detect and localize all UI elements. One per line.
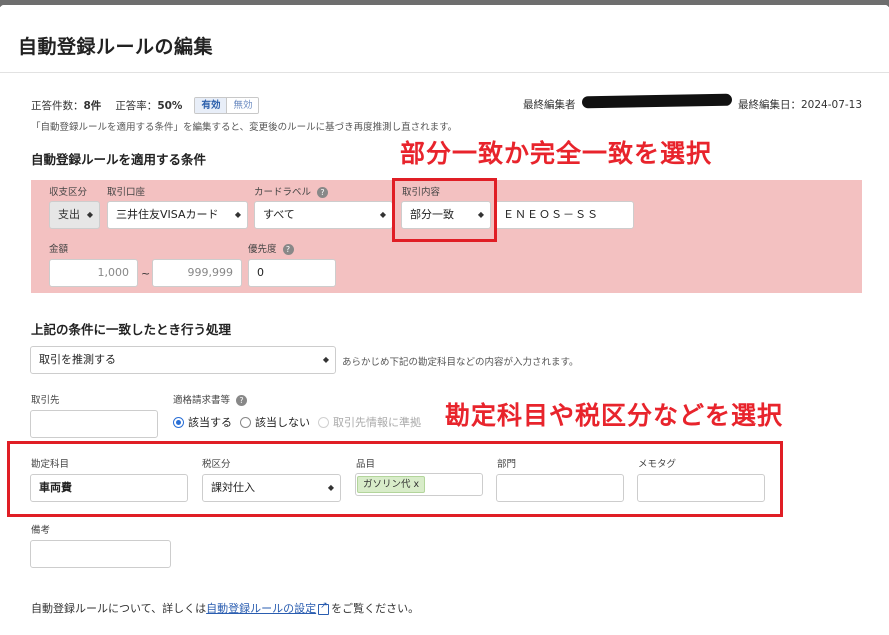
match-type-highlight [392, 178, 497, 242]
radio-no[interactable]: 該当しない [240, 414, 310, 430]
action-hint: あらかじめ下記の勘定科目などの内容が入力されます。 [342, 357, 579, 368]
account-label: 取引口座 [107, 187, 146, 198]
chevron-updown-icon: ◆ [234, 210, 241, 219]
conditions-heading: 自動登録ルールを適用する条件 [31, 152, 207, 167]
radio-disabled-icon [318, 416, 329, 428]
account-select[interactable]: 三井住友VISAカード ◆ [107, 201, 248, 229]
invoice-label: 適格請求書等? [173, 392, 248, 406]
toggle-enabled-button[interactable]: 有効 [195, 98, 228, 113]
correct-count-value: 8件 [83, 100, 102, 112]
enable-toggle: 有効 無効 [194, 97, 260, 114]
priority-label: 優先度? [248, 241, 294, 255]
last-edit-date-label: 最終編集日： [738, 99, 801, 111]
amount-max-input[interactable]: 999,999 [152, 259, 242, 287]
account-annotation: 勘定科目や税区分などを選択 [445, 401, 784, 430]
amount-min-input[interactable]: 1,000 [49, 259, 138, 287]
partner-label: 取引先 [31, 395, 60, 406]
correct-rate-label: 正答率： [115, 100, 158, 112]
income-expense-select[interactable]: 支出 ◆ [49, 201, 100, 229]
radio-follow-partner: 取引先情報に準拠 [318, 414, 421, 430]
radio-yes[interactable]: 該当する [173, 414, 232, 430]
rule-stats: 正答件数： 8件 正答率： 50% 有効 無効 [31, 97, 260, 114]
income-expense-label: 収支区分 [49, 187, 88, 198]
account-fields-highlight [7, 441, 783, 517]
last-editor-label: 最終編集者 [523, 99, 576, 111]
content-input[interactable]: ＥＮＥＯＳ－ＳＳ [494, 201, 634, 229]
amount-label: 金額 [49, 244, 69, 255]
partner-input[interactable] [30, 410, 158, 438]
card-label-select[interactable]: すべて ◆ [254, 201, 393, 229]
rule-settings-link[interactable]: 自動登録ルールの設定 [206, 602, 316, 615]
radio-selected-icon [173, 416, 184, 428]
modal-title: 自動登録ルールの編集 [18, 36, 214, 58]
remarks-label: 備考 [31, 525, 51, 536]
range-tilde: ~ [141, 267, 151, 280]
action-heading: 上記の条件に一致したとき行う処理 [31, 322, 232, 337]
chevron-updown-icon: ◆ [86, 210, 93, 219]
invoice-radio-group: 該当する 該当しない 取引先情報に準拠 [173, 414, 429, 430]
external-link-icon[interactable] [318, 601, 330, 615]
last-edit-date-value: 2024-07-13 [801, 99, 863, 111]
action-select[interactable]: 取引を推測する ◆ [30, 346, 336, 374]
remarks-input[interactable] [30, 540, 171, 568]
modal-header: 自動登録ルールの編集 [0, 5, 889, 73]
correct-rate-value: 50% [157, 99, 183, 112]
help-icon[interactable]: ? [282, 244, 294, 255]
radio-icon [240, 416, 251, 428]
edit-notice: 「自動登録ルールを適用する条件」を編集すると、変更後のルールに基づき再度推測し直… [31, 122, 458, 133]
help-icon[interactable]: ? [236, 395, 248, 406]
footer-help-text: 自動登録ルールについて、詳しくは自動登録ルールの設定をご覧ください。 [31, 600, 419, 616]
match-annotation: 部分一致か完全一致を選択 [400, 139, 713, 168]
correct-count-label: 正答件数： [31, 100, 84, 112]
chevron-updown-icon: ◆ [379, 210, 386, 219]
help-icon[interactable]: ? [317, 187, 329, 198]
toggle-disabled-button[interactable]: 無効 [227, 98, 259, 113]
chevron-updown-icon: ◆ [322, 355, 329, 364]
priority-input[interactable]: 0 [248, 259, 336, 287]
card-label-label: カードラベル? [254, 184, 329, 198]
last-edit-date: 最終編集日：2024-07-13 [738, 97, 862, 112]
